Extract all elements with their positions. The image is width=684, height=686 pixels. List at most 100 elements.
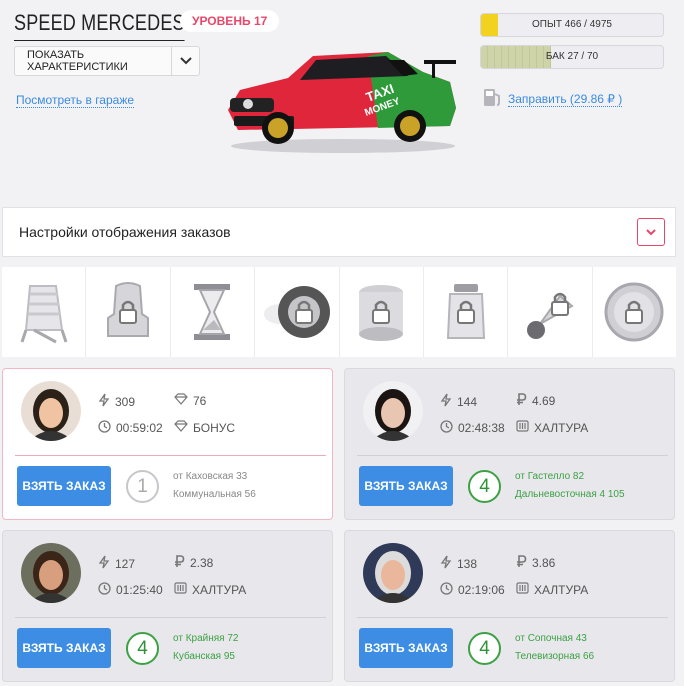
time-value: 00:59:02 xyxy=(116,421,163,435)
meter-icon xyxy=(516,582,529,597)
tire-lock-icon[interactable] xyxy=(255,267,340,357)
reward-value: 76 xyxy=(193,393,207,408)
order-type-stat: ХАЛТУРА xyxy=(174,582,246,597)
card-divider xyxy=(357,455,668,456)
take-order-button[interactable]: ВЗЯТЬ ЗАКАЗ xyxy=(359,466,453,506)
route-to: Дальневосточная 4 105 xyxy=(515,489,625,500)
money-jar-lock-icon[interactable] xyxy=(424,267,509,357)
speed-value: 309 xyxy=(115,394,136,409)
speed-value: 144 xyxy=(457,394,478,409)
rating-badge: 1 xyxy=(126,470,159,503)
driver-avatar xyxy=(363,381,423,441)
show-characteristics-dropdown[interactable]: ПОКАЗАТЬ ХАРАКТЕРИСТИКИ xyxy=(14,46,200,76)
clock-icon xyxy=(440,582,453,598)
time-value: 02:19:06 xyxy=(458,583,505,597)
time-value: 01:25:40 xyxy=(116,583,163,597)
route-to: Кубанская 95 xyxy=(173,651,235,662)
speed-stat: 127 xyxy=(98,555,135,572)
order-type-value: БОНУС xyxy=(193,420,236,435)
order-card-3: 127 2.38 01:25:40 ХАЛТУРА ВЗЯТЬ ЗАКАЗ 4 … xyxy=(2,530,333,682)
order-card-4: 138 3.86 02:19:06 ХАЛТУРА ВЗЯТЬ ЗАКАЗ 4 … xyxy=(344,530,675,682)
driver-avatar xyxy=(21,543,81,603)
ruble-icon xyxy=(516,555,527,571)
refuel-row: Заправить (29.86 ₽ ) xyxy=(482,86,623,113)
time-value: 02:48:38 xyxy=(458,421,505,435)
order-type-value: ХАЛТУРА xyxy=(192,582,247,597)
route-from: от Гастелло 82 xyxy=(515,471,585,482)
route-to: Телевизорная 66 xyxy=(515,651,595,662)
clock-icon xyxy=(98,420,111,436)
speed-stat: 138 xyxy=(440,555,477,572)
meter-icon xyxy=(174,582,187,597)
route-to: Коммунальная 56 xyxy=(173,489,256,500)
reward-stat: 4.69 xyxy=(516,393,555,409)
reward-value: 3.86 xyxy=(532,556,556,570)
order-type-value: ХАЛТУРА xyxy=(534,420,589,435)
card-divider xyxy=(15,617,326,618)
show-characteristics-label: ПОКАЗАТЬ ХАРАКТЕРИСТИКИ xyxy=(27,49,128,73)
beach-chair-icon[interactable] xyxy=(2,267,87,357)
time-stat: 01:25:40 xyxy=(98,582,163,598)
car-name: SPEED MERCEDES xyxy=(14,10,185,41)
chevron-down-icon[interactable] xyxy=(637,218,665,246)
order-type-stat: БОНУС xyxy=(174,420,235,435)
money-roll-lock-icon[interactable] xyxy=(340,267,424,357)
clock-icon xyxy=(440,420,453,436)
time-stat: 02:48:38 xyxy=(440,420,505,436)
diamond-icon xyxy=(174,393,188,408)
hourglass-icon[interactable] xyxy=(171,267,256,357)
upgrades-row xyxy=(2,267,676,357)
meter-icon xyxy=(516,420,529,435)
driver-avatar xyxy=(21,381,81,441)
rating-badge: 4 xyxy=(468,470,501,503)
route-from: от Каховская 33 xyxy=(173,471,248,482)
reward-stat: 76 xyxy=(174,393,206,408)
lightning-icon xyxy=(98,393,110,410)
driver-avatar xyxy=(363,543,423,603)
route-from: от Сопочная 43 xyxy=(515,633,587,644)
speed-stat: 144 xyxy=(440,393,477,410)
lightning-icon xyxy=(440,555,452,572)
fuel-label: БАК 27 / 70 xyxy=(545,51,599,62)
racing-car-image: TAXI MONEY xyxy=(228,52,456,153)
refuel-link[interactable]: Заправить (29.86 ₽ ) xyxy=(508,92,623,107)
diamond-icon xyxy=(174,420,188,435)
take-order-button[interactable]: ВЗЯТЬ ЗАКАЗ xyxy=(17,466,111,506)
car-seat-lock-icon[interactable] xyxy=(86,267,171,357)
reward-value: 2.38 xyxy=(190,556,214,570)
take-order-button[interactable]: ВЗЯТЬ ЗАКАЗ xyxy=(359,628,453,668)
rating-badge: 4 xyxy=(468,632,501,665)
ruble-icon xyxy=(516,393,527,409)
route-from: от Крайняя 72 xyxy=(173,633,239,644)
card-divider xyxy=(357,617,668,618)
view-in-garage-link[interactable]: Посмотреть в гараже xyxy=(16,93,135,108)
fuel-bar: БАК 27 / 70 xyxy=(480,45,664,69)
order-card-1: 309 76 00:59:02 БОНУС ВЗЯТЬ ЗАКАЗ 1 от К… xyxy=(2,368,333,520)
card-divider xyxy=(15,455,326,456)
horn-lock-icon[interactable] xyxy=(508,267,593,357)
order-display-settings-label: Настройки отображения заказов xyxy=(19,224,231,240)
experience-bar: ОПЫТ 466 / 4975 xyxy=(480,13,664,37)
reward-value: 4.69 xyxy=(532,394,556,408)
reward-stat: 3.86 xyxy=(516,555,555,571)
experience-label: ОПЫТ 466 / 4975 xyxy=(532,19,612,30)
order-card-2: 144 4.69 02:48:38 ХАЛТУРА ВЗЯТЬ ЗАКАЗ 4 … xyxy=(344,368,675,520)
fuel-pump-icon xyxy=(482,86,502,113)
clock-icon xyxy=(98,582,111,598)
speed-value: 127 xyxy=(115,556,136,571)
ruble-icon xyxy=(174,555,185,571)
order-type-stat: ХАЛТУРА xyxy=(516,582,588,597)
coin-lock-icon[interactable] xyxy=(593,267,676,357)
order-display-settings[interactable]: Настройки отображения заказов xyxy=(2,207,676,257)
speed-stat: 309 xyxy=(98,393,135,410)
time-stat: 00:59:02 xyxy=(98,420,163,436)
take-order-button[interactable]: ВЗЯТЬ ЗАКАЗ xyxy=(17,628,111,668)
rating-badge: 4 xyxy=(126,632,159,665)
reward-stat: 2.38 xyxy=(174,555,213,571)
level-badge: УРОВЕНЬ 17 xyxy=(180,10,280,32)
order-type-value: ХАЛТУРА xyxy=(534,582,589,597)
lightning-icon xyxy=(440,393,452,410)
lightning-icon xyxy=(98,555,110,572)
speed-value: 138 xyxy=(457,556,478,571)
time-stat: 02:19:06 xyxy=(440,582,505,598)
